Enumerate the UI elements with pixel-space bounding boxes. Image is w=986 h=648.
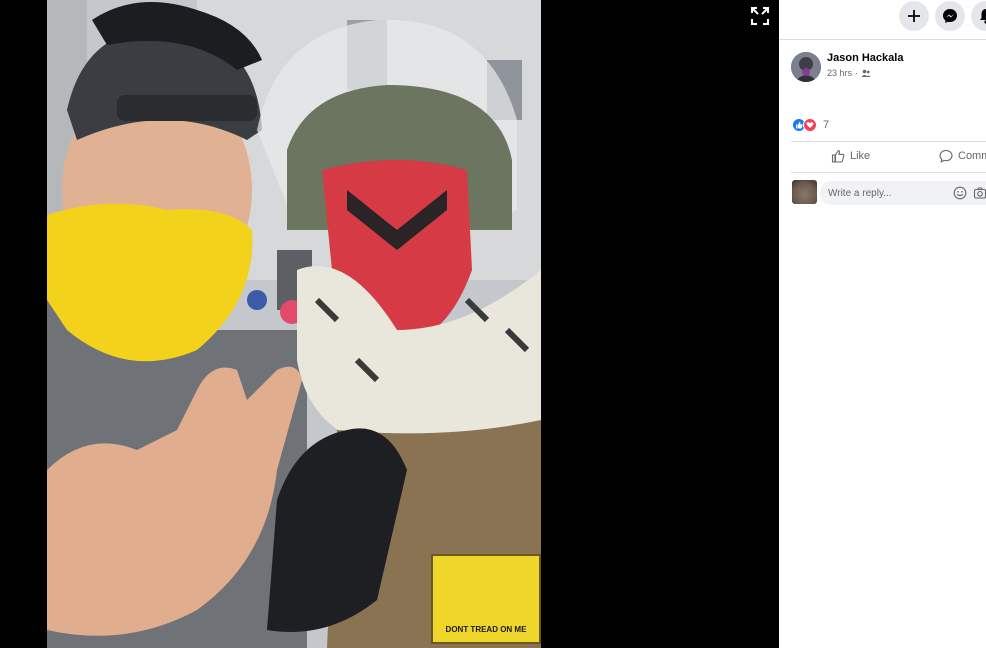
bell-icon [980,9,986,24]
photo-illustration: DONT TREAD ON ME [47,0,541,648]
post-photo[interactable]: DONT TREAD ON ME [47,0,541,648]
reply-placeholder: Write a reply... [828,188,892,199]
comment-label: Comm [958,150,986,162]
reaction-count: 7 [823,119,830,131]
post-meta: 23 hrs · [827,68,871,78]
notifications-button[interactable] [971,1,986,31]
reply-composer: Write a reply... [791,179,986,207]
reply-input[interactable]: Write a reply... [820,181,986,205]
create-button[interactable] [899,1,929,31]
top-bar [779,0,986,40]
patch-text: DONT TREAD ON ME [446,625,528,634]
plus-icon [908,10,920,22]
camera-icon[interactable] [973,186,986,200]
post-actions: Like Comm [791,141,986,173]
messenger-button[interactable] [935,1,965,31]
emoji-icon[interactable] [953,186,967,200]
expand-photo-button[interactable] [749,5,771,27]
thumbs-up-icon [831,149,845,163]
messenger-icon [943,9,957,23]
photo-viewer: DONT TREAD ON ME [0,0,779,648]
like-label: Like [850,150,871,162]
friends-icon[interactable] [861,69,871,78]
author-name[interactable]: Jason Hackala [827,52,903,64]
expand-icon [751,7,769,25]
post-time[interactable]: 23 hrs [827,68,852,78]
comment-icon [939,149,953,163]
comment-button[interactable]: Comm [939,149,986,163]
love-reaction-icon [803,118,817,132]
post-details-panel: Jason Hackala 23 hrs · 7 Like Comm Write… [779,0,986,648]
author-avatar[interactable] [791,52,821,82]
meta-separator: · [855,68,859,78]
current-user-avatar[interactable] [792,180,817,204]
avatar-image [791,52,821,82]
like-button[interactable]: Like [831,149,870,163]
post-author: Jason Hackala 23 hrs · [791,52,986,84]
reactions-summary[interactable]: 7 [792,117,829,133]
